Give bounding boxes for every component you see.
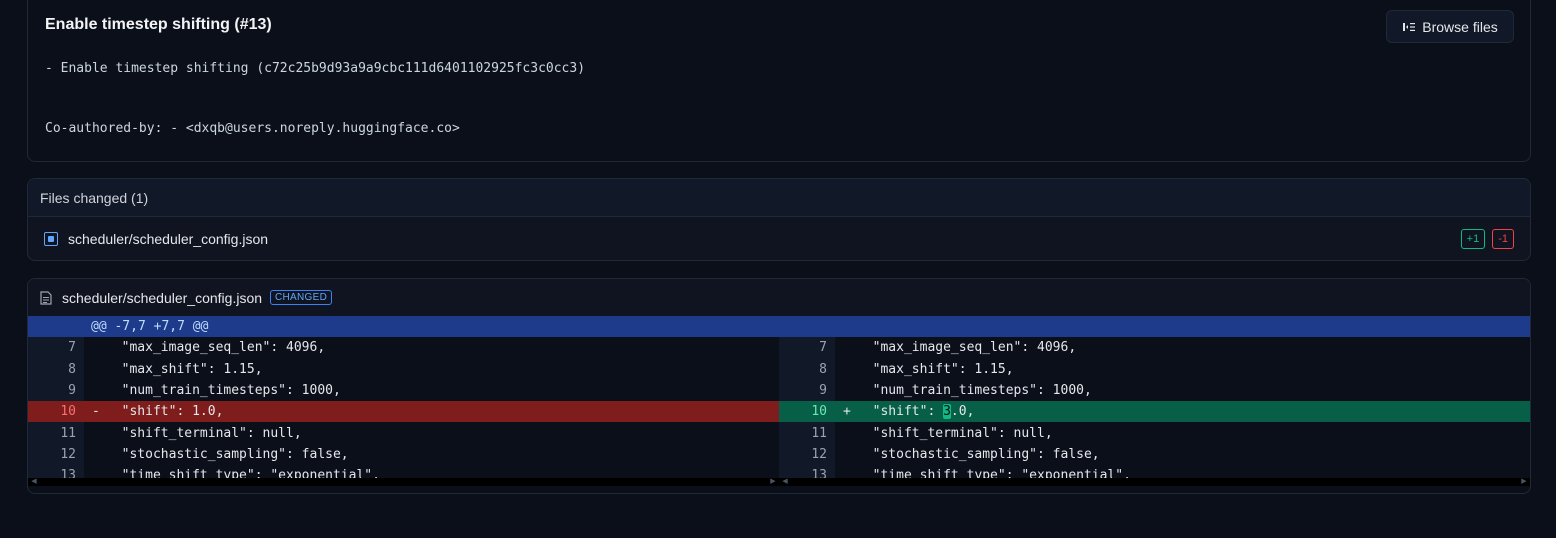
hunk-header: @@ -7,7 +7,7 @@ bbox=[91, 319, 209, 335]
hunk-header-row bbox=[779, 316, 1530, 338]
diff-line: 11 "shift_terminal": null, bbox=[779, 422, 1530, 444]
files-changed-panel: Files changed (1) scheduler/scheduler_co… bbox=[27, 178, 1531, 261]
line-number: 8 bbox=[28, 358, 84, 380]
additions-badge: +1 bbox=[1460, 229, 1486, 249]
file-checkbox-icon[interactable] bbox=[44, 232, 58, 246]
diff-panel: scheduler/scheduler_config.json CHANGED … bbox=[27, 278, 1531, 494]
left-scrollbar[interactable]: ◀ ▶ bbox=[28, 478, 779, 486]
line-number: 10 bbox=[779, 401, 835, 423]
code-line: "max_image_seq_len": 4096, bbox=[106, 340, 326, 356]
diff-header: scheduler/scheduler_config.json CHANGED bbox=[28, 279, 1530, 316]
hunk-header-row: @@ -7,7 +7,7 @@ bbox=[28, 316, 779, 338]
browse-files-icon bbox=[1403, 22, 1416, 31]
code-line: "max_shift": 1.15, bbox=[857, 361, 1014, 377]
commit-body-line: - Enable timestep shifting (c72c25b9d93a… bbox=[45, 61, 586, 76]
deletions-badge: -1 bbox=[1492, 229, 1514, 249]
commit-title: Enable timestep shifting (#13) bbox=[45, 16, 272, 33]
line-number: 7 bbox=[779, 337, 835, 359]
commit-coauthor-line: Co-authored-by: - <dxqb@users.noreply.hu… bbox=[45, 121, 460, 136]
diff-line: 9 "num_train_timesteps": 1000, bbox=[28, 379, 779, 402]
changed-char: 3 bbox=[943, 404, 951, 420]
diff-line: 7 "max_image_seq_len": 4096, bbox=[779, 337, 1530, 359]
code-line: "max_image_seq_len": 4096, bbox=[857, 340, 1077, 356]
line-number: 7 bbox=[28, 337, 84, 359]
code-line: "shift_terminal": null, bbox=[857, 425, 1053, 441]
deleted-line: 10- "shift": 1.0, bbox=[28, 401, 779, 423]
commit-card: Enable timestep shifting (#13) - Enable … bbox=[27, 0, 1531, 162]
scroll-right-icon[interactable]: ▶ bbox=[769, 478, 777, 486]
added-line: 10 + "shift": 3.0, bbox=[779, 401, 1530, 423]
diff-line: 8 "max_shift": 1.15, bbox=[28, 358, 779, 380]
line-number: 12 bbox=[28, 443, 84, 466]
scroll-left-icon[interactable]: ◀ bbox=[781, 478, 789, 486]
line-number: 11 bbox=[28, 422, 84, 444]
diff-left-side: @@ -7,7 +7,7 @@ 7 "max_image_seq_len": 4… bbox=[28, 316, 779, 487]
document-icon bbox=[40, 290, 52, 305]
changed-file-row[interactable]: scheduler/scheduler_config.json +1 -1 bbox=[28, 217, 1530, 261]
browse-files-label: Browse files bbox=[1422, 18, 1498, 35]
line-number: 8 bbox=[779, 358, 835, 380]
scroll-right-icon[interactable]: ▶ bbox=[1520, 478, 1528, 486]
code-line: "stochastic_sampling": false, bbox=[857, 446, 1100, 462]
code-line: "num_train_timesteps": 1000, bbox=[857, 383, 1092, 399]
line-number: 12 bbox=[779, 443, 835, 466]
diff-line: 12 "stochastic_sampling": false, bbox=[779, 443, 1530, 466]
diff-line: 9 "num_train_timesteps": 1000, bbox=[779, 379, 1530, 402]
diff-body: @@ -7,7 +7,7 @@ 7 "max_image_seq_len": 4… bbox=[28, 316, 1530, 487]
code-line: "shift": 1.0, bbox=[106, 404, 224, 420]
line-number: 10 bbox=[28, 401, 84, 423]
diff-line: 12 "stochastic_sampling": false, bbox=[28, 443, 779, 466]
diff-line: 8 "max_shift": 1.15, bbox=[779, 358, 1530, 380]
files-changed-header: Files changed (1) bbox=[28, 179, 1530, 217]
diff-right-side: 7 "max_image_seq_len": 4096, 8 "max_shif… bbox=[779, 316, 1530, 487]
browse-files-button[interactable]: Browse files bbox=[1386, 10, 1514, 43]
code-line: "shift": 3.0, bbox=[857, 404, 975, 420]
line-number: 9 bbox=[779, 379, 835, 402]
right-scrollbar[interactable]: ◀ ▶ bbox=[779, 478, 1530, 486]
code-line: "stochastic_sampling": false, bbox=[106, 446, 349, 462]
line-number: 9 bbox=[28, 379, 84, 402]
change-counts: +1 -1 bbox=[1460, 229, 1514, 249]
code-line: "shift_terminal": null, bbox=[106, 425, 302, 441]
changed-file-link[interactable]: scheduler/scheduler_config.json bbox=[68, 231, 268, 247]
diff-line: 7 "max_image_seq_len": 4096, bbox=[28, 337, 779, 359]
diff-file-name[interactable]: scheduler/scheduler_config.json bbox=[62, 290, 262, 306]
diff-line: 11 "shift_terminal": null, bbox=[28, 422, 779, 444]
changed-tag: CHANGED bbox=[270, 290, 333, 305]
line-number: 11 bbox=[779, 422, 835, 444]
scroll-left-icon[interactable]: ◀ bbox=[30, 478, 38, 486]
code-line: "max_shift": 1.15, bbox=[106, 361, 263, 377]
delete-marker: - bbox=[92, 404, 100, 420]
add-marker: + bbox=[843, 404, 851, 420]
code-line: "num_train_timesteps": 1000, bbox=[106, 383, 341, 399]
